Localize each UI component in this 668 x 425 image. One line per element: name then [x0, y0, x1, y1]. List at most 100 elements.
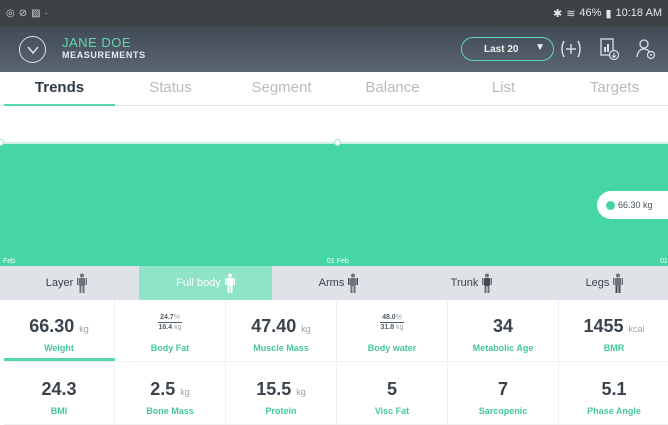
metric-label: Weight — [44, 343, 74, 353]
metric-label: Sarcopenic — [478, 406, 528, 416]
value-number: 2.5 — [150, 379, 176, 399]
metric-visc-fat[interactable]: 5 Visc Fat — [337, 363, 448, 425]
metric-value: 5 — [337, 379, 447, 400]
value-number: 1455 — [583, 316, 624, 336]
metric-sarcopenic[interactable]: 7 Sarcopenic — [448, 363, 559, 425]
metric-fraction: 48.0% 31.8 kg — [337, 313, 447, 332]
tab-label: List — [491, 79, 516, 96]
segment-label: Arms — [318, 277, 345, 289]
segment-trunk[interactable]: Trunk — [405, 266, 538, 300]
user-name: JANE DOE — [62, 35, 132, 50]
value-unit: kg — [301, 324, 311, 334]
user-settings-button[interactable] — [632, 35, 660, 63]
chevron-down-icon: ▼ — [535, 42, 545, 53]
fraction-top-value: 24.7 — [160, 314, 174, 321]
image-icon: ▨ — [31, 7, 41, 19]
tab-list[interactable]: List — [448, 72, 559, 106]
metric-label: Visc Fat — [374, 406, 410, 416]
metric-body-fat[interactable]: 24.7% 16.4 kg Body Fat — [115, 300, 226, 362]
app-header: JANE DOE MEASUREMENTS Last 20 ▼ — [0, 26, 668, 72]
metric-weight[interactable]: 66.30 kg Weight — [4, 300, 115, 362]
add-measurement-button[interactable] — [557, 35, 585, 63]
metric-value: 47.40 kg — [226, 316, 336, 337]
status-right: ✱ ≋ 46% ▮ 10:18 AM — [553, 7, 662, 20]
value-number: 66.30 — [29, 316, 75, 336]
data-point[interactable] — [334, 139, 341, 146]
metric-value: 5.1 — [559, 379, 668, 400]
metric-bmr[interactable]: 1455 kcal BMR — [559, 300, 668, 362]
series-area — [0, 144, 668, 266]
value-number: 34 — [492, 316, 514, 336]
range-dropdown[interactable]: Last 20 ▼ — [461, 37, 554, 61]
value-number: 15.5 — [256, 379, 292, 399]
metrics-grid: 66.30 kg Weight 24.7% 16.4 kg Body Fat 4… — [0, 300, 668, 425]
fraction-top: 48.0% — [380, 313, 404, 323]
segment-label: Full body — [176, 277, 221, 289]
tab-label: Balance — [365, 79, 420, 96]
metric-phase-angle[interactable]: 5.1 Phase Angle — [559, 363, 668, 425]
value-number: 7 — [497, 379, 508, 399]
fraction-bottom-unit: kg — [174, 324, 182, 331]
tab-status[interactable]: Status — [115, 72, 226, 106]
tab-balance[interactable]: Balance — [337, 72, 448, 106]
trend-chart[interactable]: Feb 01 Feb 01 66.30 kg — [0, 106, 668, 266]
metric-fraction: 24.7% 16.4 kg — [115, 313, 225, 332]
legend-dot-icon — [606, 200, 615, 210]
check-circle-icon[interactable] — [19, 36, 46, 63]
dot-icon: · — [44, 7, 48, 19]
value-unit: kg — [79, 324, 89, 334]
value-number: 5 — [386, 379, 397, 399]
value-number: 5.1 — [601, 379, 627, 399]
metric-label: Bone Mass — [146, 406, 194, 416]
fraction-top: 24.7% — [158, 313, 182, 323]
segment-arms[interactable]: Arms — [272, 266, 405, 300]
user-settings-icon — [636, 39, 656, 60]
segment-label: Layer — [45, 277, 74, 289]
body-trunk-icon — [482, 273, 493, 293]
tab-targets[interactable]: Targets — [559, 72, 668, 106]
full-body-icon — [224, 273, 235, 293]
metric-value: 2.5 kg — [115, 379, 225, 400]
status-left-icons: ◎ ⊘ ▨ · — [6, 8, 48, 19]
segment-legs[interactable]: Legs — [538, 266, 668, 300]
tab-segment[interactable]: Segment — [226, 72, 337, 106]
fraction-top-value: 48.0 — [382, 314, 396, 321]
battery-icon: ▮ — [605, 7, 612, 20]
metric-label: BMI — [50, 406, 68, 416]
metric-label: BMR — [603, 343, 625, 353]
tooltip-value: 66.30 kg — [618, 200, 653, 210]
clock: 10:18 AM — [615, 7, 662, 19]
segment-full-body[interactable]: Full body — [139, 266, 272, 300]
plus-parens-icon — [561, 40, 581, 58]
metric-value: 34 — [448, 316, 558, 337]
metric-bone-mass[interactable]: 2.5 kg Bone Mass — [115, 363, 226, 425]
value-unit: kg — [180, 387, 190, 397]
tab-label: Status — [149, 79, 192, 96]
metric-muscle-mass[interactable]: 47.40 kg Muscle Mass — [226, 300, 337, 362]
metric-protein[interactable]: 15.5 kg Protein — [226, 363, 337, 425]
selected-metric-indicator — [4, 358, 115, 361]
body-legs-icon — [613, 273, 624, 293]
metric-bmi[interactable]: 24.3 BMI — [4, 363, 115, 425]
bluetooth-icon: ✱ — [552, 7, 563, 20]
metric-value: 24.3 — [4, 379, 114, 400]
metric-value: 1455 kcal — [559, 316, 668, 337]
report-download-button[interactable] — [595, 35, 623, 63]
metric-body-water[interactable]: 48.0% 31.8 kg Body water — [337, 300, 448, 362]
body-arms-icon — [348, 273, 359, 293]
value-number: 24.3 — [41, 379, 77, 399]
x-tick-label: Feb — [3, 258, 16, 265]
body-layer-icon — [77, 273, 88, 293]
fraction-top-unit: % — [395, 314, 402, 321]
tab-label: Targets — [589, 79, 640, 96]
metric-label: Phase Angle — [587, 406, 641, 416]
metric-value: 66.30 kg — [4, 316, 114, 337]
tab-trends[interactable]: Trends — [4, 72, 115, 107]
x-tick-label: 01 — [660, 258, 668, 265]
x-tick-label: 01 Feb — [327, 258, 349, 265]
metric-label: Muscle Mass — [253, 343, 309, 353]
metric-metabolic-age[interactable]: 34 Metabolic Age — [448, 300, 559, 362]
tab-label: Trends — [34, 79, 85, 96]
metric-label: Body Fat — [150, 343, 190, 353]
segment-layer[interactable]: Layer — [0, 266, 133, 300]
